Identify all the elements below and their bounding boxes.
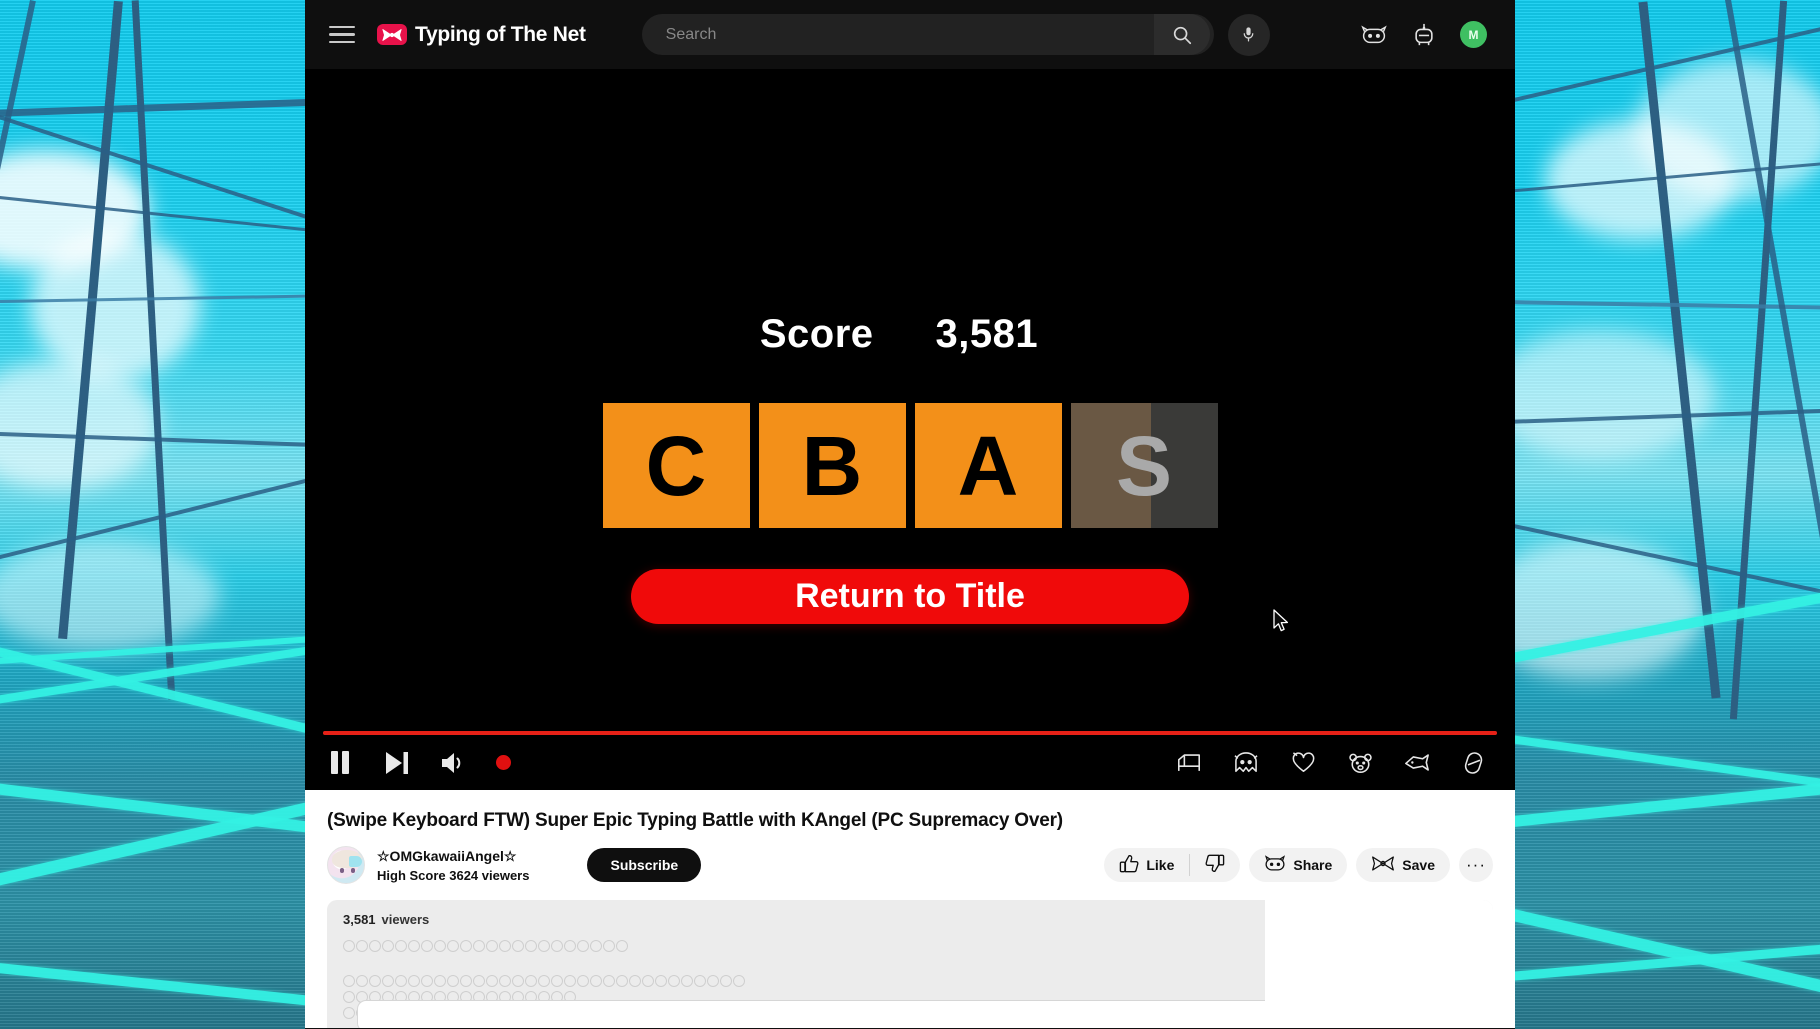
channel-info[interactable]: ☆OMGkawaiiAngel☆ High Score 3624 viewers [327,846,529,884]
viewer-count-value: 3,581 [343,912,376,927]
video-title: (Swipe Keyboard FTW) Super Epic Typing B… [327,810,1063,831]
grade-tile-b: B [758,403,906,528]
thumbs-up-icon [1119,854,1139,876]
search-area [641,13,1270,56]
bed-shape-icon[interactable] [1174,748,1204,778]
viewer-count-unit: viewers [381,912,430,927]
backdrop-left [0,0,305,1029]
cat-face-icon [1264,855,1286,875]
channel-avatar[interactable] [327,846,365,884]
game-stage: Score 3,581 C B A S Return to Title [305,69,1515,790]
grade-tile-c: C [602,403,750,528]
header-actions: M [1360,21,1495,49]
like-dislike-group: Like [1104,848,1241,882]
bow-logo-icon [377,24,407,45]
ghost-icon[interactable] [1231,748,1261,778]
share-button[interactable]: Share [1249,848,1348,882]
search-box[interactable] [641,14,1214,55]
volume-icon[interactable] [439,748,469,778]
save-label: Save [1402,857,1435,873]
backdrop-right [1515,0,1820,1029]
mouse-cursor [1273,609,1290,638]
score-label: Score [759,312,874,356]
next-track-icon[interactable] [382,748,412,778]
user-avatar[interactable]: M [1460,21,1487,48]
app-window: Typing of The Net Search M Score 3,581 C… [305,0,1515,1029]
video-actions: Like Share Save ··· [1104,848,1493,882]
video-details: (Swipe Keyboard FTW) Super Epic Typing B… [305,790,1515,1028]
cat-face-icon[interactable] [1360,21,1388,49]
like-button[interactable]: Like [1104,848,1189,882]
search-icon[interactable] [1153,14,1210,55]
channel-name: ☆OMGkawaiiAngel☆ [377,847,517,864]
channel-row: ☆OMGkawaiiAngel☆ High Score 3624 viewers… [327,846,1493,884]
bear-face-icon[interactable] [1345,748,1375,778]
red-dot-icon[interactable] [496,755,511,770]
pause-icon[interactable] [325,748,355,778]
brand-title: Typing of The Net [415,22,586,46]
brand-logo[interactable]: Typing of The Net [377,23,586,47]
robot-head-icon[interactable] [1410,21,1438,49]
capsule-icon[interactable] [1459,748,1489,778]
hamburger-menu-icon[interactable] [325,18,359,52]
return-to-title-button[interactable]: Return to Title [631,569,1189,624]
save-button[interactable]: Save [1356,848,1450,882]
more-actions-button[interactable]: ··· [1459,848,1493,882]
thumbs-down-icon [1205,854,1225,876]
score-value: 3,581 [935,312,1039,356]
bow-icon [1371,855,1395,875]
grade-tiles: C B A S [305,403,1515,528]
grade-tile-a: A [914,403,1062,528]
player-controls [305,735,1515,790]
live-chat-panel: 3,581 viewers [327,900,1493,1028]
grade-tile-s: S [1070,403,1218,528]
video-player[interactable]: Score 3,581 C B A S Return to Title [305,69,1515,790]
score-display: Score 3,581 [305,312,1515,357]
channel-subscribers: High Score 3624 viewers [377,867,530,883]
dislike-button[interactable] [1190,848,1240,882]
fish-icon[interactable] [1402,748,1432,778]
subscribe-button[interactable]: Subscribe [587,848,702,882]
share-label: Share [1293,857,1333,873]
chat-panel-edge [1265,900,1493,1028]
search-input[interactable] [665,25,1154,44]
like-label: Like [1146,857,1175,873]
microphone-icon[interactable] [1227,13,1270,56]
heart-icon[interactable] [1288,748,1318,778]
app-header: Typing of The Net Search M [305,0,1515,69]
